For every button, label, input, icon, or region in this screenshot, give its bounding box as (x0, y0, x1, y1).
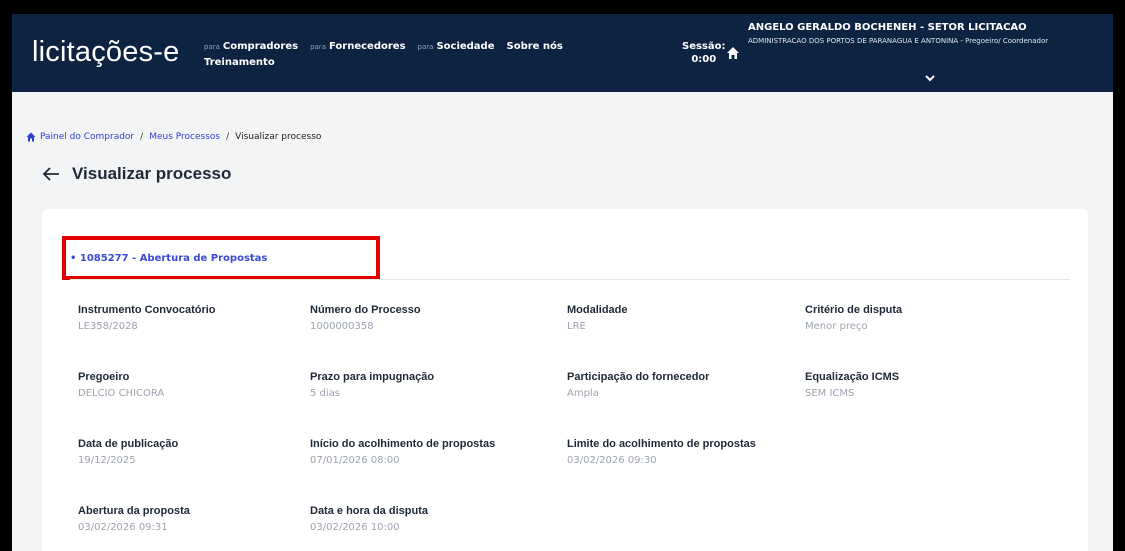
breadcrumb-current: Visualizar processo (235, 132, 322, 142)
field-value: 07/01/2026 08:00 (310, 455, 400, 466)
nav-prefix: para (417, 43, 434, 51)
nav-label: Compradores (222, 41, 299, 52)
field-label: Abertura da proposta (78, 505, 190, 517)
session-time: 0:00 (691, 54, 717, 65)
session-timer: Sessão: 0:00 (682, 40, 726, 66)
main-content: Painel do Comprador / Meus Processos / V… (12, 92, 1113, 551)
nav-prefix: para (310, 43, 326, 51)
field-label: Prazo para impugnação (310, 371, 435, 383)
field-value: SEM ICMS (805, 388, 855, 399)
field-pregoeiro: Pregoeiro DELCIO CHICORA (78, 371, 318, 399)
page-header: Visualizar processo (42, 164, 231, 184)
back-arrow-icon[interactable] (42, 166, 60, 182)
field-value: 1000000358 (310, 321, 374, 332)
field-label: Equalização ICMS (805, 371, 900, 383)
nav-treinamento[interactable]: Treinamento (204, 57, 275, 68)
breadcrumb-painel-comprador[interactable]: Painel do Comprador (40, 132, 134, 142)
field-instrumento-convocatorio: Instrumento Convocatório LE358/2028 (78, 304, 318, 332)
nav-fornecedores[interactable]: para Fornecedores (310, 41, 405, 52)
field-data-publicacao: Data de publicação 19/12/2025 (78, 438, 318, 466)
field-data-hora-disputa: Data e hora da disputa 03/02/2026 10:00 (310, 505, 550, 533)
main-nav: para Compradores para Fornecedores para … (204, 41, 563, 68)
breadcrumb-separator: / (140, 132, 144, 142)
home-icon[interactable] (26, 132, 36, 142)
field-numero-processo: Número do Processo 1000000358 (310, 304, 550, 332)
field-value: Menor preço (805, 321, 868, 332)
field-value: 03/02/2026 09:30 (567, 455, 657, 466)
user-info[interactable]: ANGELO GERALDO BOCHENEH - SETOR LICITACA… (748, 22, 1108, 46)
field-limite-acolhimento: Limite do acolhimento de propostas 03/02… (567, 438, 807, 466)
field-label: Participação do fornecedor (567, 371, 710, 383)
nav-prefix: para (204, 43, 220, 51)
nav-label: Fornecedores (328, 41, 406, 52)
nav-label: Sociedade (436, 41, 495, 52)
field-label: Modalidade (567, 304, 628, 316)
field-label: Início do acolhimento de propostas (310, 438, 496, 450)
breadcrumb-separator: / (226, 132, 230, 142)
field-label: Número do Processo (310, 304, 421, 316)
field-value: LE358/2028 (78, 321, 138, 332)
field-participacao-fornecedor: Participação do fornecedor Ampla (567, 371, 807, 399)
field-value: DELCIO CHICORA (78, 388, 165, 399)
user-name: ANGELO GERALDO BOCHENEH - SETOR LICITACA… (748, 22, 1027, 33)
field-inicio-acolhimento: Início do acolhimento de propostas 07/01… (310, 438, 550, 466)
nav-sociedade[interactable]: para Sociedade (418, 41, 495, 52)
chevron-down-icon[interactable] (925, 74, 935, 82)
field-criterio-disputa: Critério de disputa Menor preço (805, 304, 1045, 332)
page-title: Visualizar processo (72, 164, 232, 183)
breadcrumb: Painel do Comprador / Meus Processos / V… (26, 132, 321, 142)
breadcrumb-meus-processos[interactable]: Meus Processos (149, 132, 220, 142)
site-logo[interactable]: licitações-e (32, 36, 179, 69)
field-label: Data e hora da disputa (310, 505, 428, 517)
nav-label: Sobre nós (506, 41, 563, 52)
field-value: LRE (567, 321, 586, 332)
field-value: 03/02/2026 10:00 (310, 522, 400, 533)
user-organization: ADMINISTRACAO DOS PORTOS DE PARANAGUA E … (748, 37, 1049, 45)
field-value: 19/12/2025 (78, 455, 136, 466)
app-window: licitações-e para Compradores para Forne… (12, 14, 1113, 551)
process-details-card: • 1085277 - Abertura de Propostas Instru… (42, 209, 1088, 551)
top-navigation-bar: licitações-e para Compradores para Forne… (12, 14, 1113, 92)
field-label: Limite do acolhimento de propostas (567, 438, 756, 450)
nav-sobre-nos[interactable]: Sobre nós (507, 41, 563, 52)
highlight-box (62, 236, 380, 280)
nav-compradores[interactable]: para Compradores (204, 41, 298, 52)
divider (70, 279, 1070, 280)
field-abertura-proposta: Abertura da proposta 03/02/2026 09:31 (78, 505, 318, 533)
session-label: Sessão: (682, 41, 726, 52)
field-value: 5 dias (310, 388, 341, 399)
field-value: 03/02/2026 09:31 (78, 522, 168, 533)
field-modalidade: Modalidade LRE (567, 304, 807, 332)
field-label: Critério de disputa (805, 304, 903, 316)
field-prazo-impugnacao: Prazo para impugnação 5 dias (310, 371, 550, 399)
field-equalizacao-icms: Equalização ICMS SEM ICMS (805, 371, 1045, 399)
field-value: Ampla (567, 388, 599, 399)
field-label: Pregoeiro (78, 371, 130, 383)
field-label: Data de publicação (78, 438, 179, 450)
field-label: Instrumento Convocatório (78, 304, 216, 316)
home-icon[interactable] (726, 46, 740, 60)
